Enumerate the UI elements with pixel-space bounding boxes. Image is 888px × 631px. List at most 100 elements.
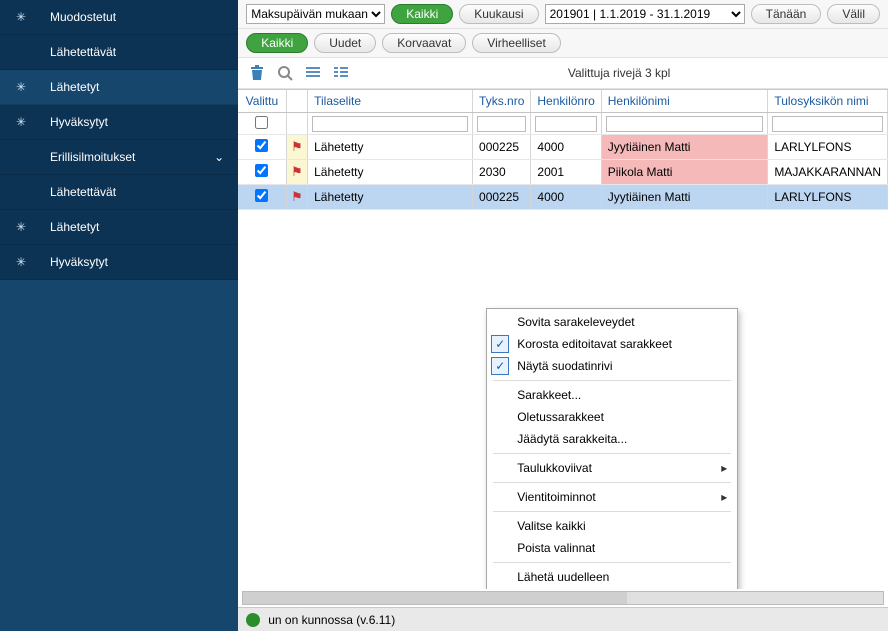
status-ok-icon <box>246 613 260 627</box>
chevron-down-icon: ⌄ <box>214 150 224 164</box>
col-tila[interactable]: Tilaselite <box>308 90 473 113</box>
sidebar-item-2[interactable]: ✳ Lähetetyt <box>0 70 238 105</box>
sidebar-item-0[interactable]: ✳Muodostetut <box>0 0 238 35</box>
main-area: Maksupäivän mukaan Kaikki Kuukausi 20190… <box>238 0 888 631</box>
menu-separator <box>493 380 731 381</box>
cell-nimi: Jyytiäinen Matti <box>601 135 768 160</box>
table-row[interactable]: ⚑Lähetetty20302001Piikola MattiMAJAKKARA… <box>238 160 887 185</box>
snowflake-icon: ✳ <box>14 220 28 234</box>
sidebar-item-1[interactable]: Lähetettävät <box>0 35 238 70</box>
col-yks[interactable]: Tulosyksikön nimi <box>768 90 888 113</box>
menu-item-0[interactable]: Sovita sarakeleveydet <box>487 311 737 333</box>
tanaan-button[interactable]: Tänään <box>751 4 822 24</box>
cell-tyks: 2030 <box>473 160 531 185</box>
cell-henkno: 4000 <box>531 185 601 210</box>
trash-icon[interactable] <box>246 62 268 84</box>
toolbar-actions: Valittuja rivejä 3 kpl <box>238 58 888 89</box>
cell-yks: MAJAKKARANNAN <box>768 160 888 185</box>
data-grid[interactable]: Valittu Tilaselite Tyks.nro Henkilönro H… <box>238 89 888 589</box>
selection-status: Valittuja rivejä 3 kpl <box>358 66 880 80</box>
col-henkno[interactable]: Henkilönro <box>531 90 601 113</box>
groupby-select[interactable]: Maksupäivän mukaan <box>246 4 385 24</box>
list1-icon[interactable] <box>302 62 324 84</box>
filter-nimi[interactable] <box>601 113 768 135</box>
menu-item-15[interactable]: Lähetä uudelleen <box>487 566 737 588</box>
list2-icon[interactable] <box>330 62 352 84</box>
valil-button[interactable]: Välil <box>827 4 880 24</box>
snowflake-icon: ✳ <box>14 80 28 94</box>
cell-flag[interactable]: ⚑ <box>286 135 308 160</box>
cell-flag[interactable]: ⚑ <box>286 185 308 210</box>
flag-icon: ⚑ <box>291 139 303 154</box>
menu-item-label: Jäädytä sarakkeita... <box>517 432 627 446</box>
sidebar: ✳Muodostetut Lähetettävät ✳ Lähetetyt ✳Hyväk… <box>0 0 238 631</box>
menu-separator <box>493 511 731 512</box>
check-icon: ✓ <box>491 357 509 375</box>
status-text: un on kunnossa (v.6.11) <box>268 613 395 627</box>
virheelliset-button[interactable]: Virheelliset <box>472 33 560 53</box>
menu-item-5[interactable]: Oletussarakkeet <box>487 406 737 428</box>
menu-item-13[interactable]: Poista valinnat <box>487 537 737 559</box>
col-valittu[interactable]: Valittu <box>238 90 286 113</box>
col-tyks[interactable]: Tyks.nro <box>473 90 531 113</box>
menu-item-12[interactable]: Valitse kaikki <box>487 515 737 537</box>
menu-item-label: Poista valinnat <box>517 541 595 555</box>
menu-item-6[interactable]: Jäädytä sarakkeita... <box>487 428 737 450</box>
sidebar-item-label: Lähetettävät <box>50 45 116 59</box>
col-flag[interactable] <box>286 90 308 113</box>
flag-icon: ⚑ <box>291 189 303 204</box>
col-nimi[interactable]: Henkilönimi <box>601 90 768 113</box>
menu-item-10[interactable]: Vientitoiminnot▸ <box>487 486 737 508</box>
sidebar-item-label: Lähetetyt <box>50 80 99 94</box>
sidebar-item-3[interactable]: ✳Hyväksytyt <box>0 105 238 140</box>
cell-check[interactable] <box>238 135 286 160</box>
kuukausi-button[interactable]: Kuukausi <box>459 4 538 24</box>
cell-yks: LARLYLFONS <box>768 185 888 210</box>
toolbar-filter: Kaikki Uudet Korvaavat Virheelliset <box>238 29 888 58</box>
filter-row <box>238 113 887 135</box>
menu-item-1[interactable]: ✓Korosta editoitavat sarakkeet <box>487 333 737 355</box>
menu-item-4[interactable]: Sarakkeet... <box>487 384 737 406</box>
filter-valittu[interactable] <box>238 113 286 135</box>
sidebar-item-label: Erillisilmoitukset <box>50 150 135 164</box>
menu-item-label: Oletussarakkeet <box>517 410 604 424</box>
kaikki-button-1[interactable]: Kaikki <box>391 4 453 24</box>
table-row[interactable]: ⚑Lähetetty0002254000Jyytiäinen MattiLARL… <box>238 135 887 160</box>
sidebar-item-7[interactable]: ✳Hyväksytyt <box>0 245 238 280</box>
filter-tila[interactable] <box>308 113 473 135</box>
cell-tila: Lähetetty <box>308 160 473 185</box>
menu-item-label: Lähetä uudelleen <box>517 570 609 584</box>
magnify-icon[interactable] <box>274 62 296 84</box>
uudet-button[interactable]: Uudet <box>314 33 376 53</box>
filter-flag[interactable] <box>286 113 308 135</box>
menu-item-2[interactable]: ✓Näytä suodatinrivi <box>487 355 737 377</box>
filter-henkno[interactable] <box>531 113 601 135</box>
menu-item-16[interactable]: Siirrä hyväksytyksi <box>487 588 737 589</box>
sidebar-item-5[interactable]: Lähetettävät <box>0 175 238 210</box>
menu-separator <box>493 482 731 483</box>
context-menu[interactable]: Sovita sarakeleveydet✓Korosta editoitava… <box>486 308 738 589</box>
table-row[interactable]: ⚑Lähetetty0002254000Jyytiäinen MattiLARL… <box>238 185 887 210</box>
menu-item-label: Sarakkeet... <box>517 388 581 402</box>
scroll-thumb[interactable] <box>243 592 627 604</box>
cell-tila: Lähetetty <box>308 185 473 210</box>
filter-yks[interactable] <box>768 113 888 135</box>
cell-check[interactable] <box>238 185 286 210</box>
cell-yks: LARLYLFONS <box>768 135 888 160</box>
cell-check[interactable] <box>238 160 286 185</box>
menu-item-label: Vientitoiminnot <box>517 490 596 504</box>
cell-flag[interactable]: ⚑ <box>286 160 308 185</box>
check-icon: ✓ <box>491 335 509 353</box>
filter-tyks[interactable] <box>473 113 531 135</box>
korvaavat-button[interactable]: Korvaavat <box>382 33 466 53</box>
sidebar-item-label: Lähetetyt <box>50 220 99 234</box>
period-select[interactable]: 201901 | 1.1.2019 - 31.1.2019 <box>545 4 745 24</box>
sidebar-item-6[interactable]: ✳ Lähetetyt <box>0 210 238 245</box>
menu-item-8[interactable]: Taulukkoviivat▸ <box>487 457 737 479</box>
cell-tila: Lähetetty <box>308 135 473 160</box>
horizontal-scrollbar[interactable] <box>242 591 884 605</box>
kaikki-button-2[interactable]: Kaikki <box>246 33 308 53</box>
flag-icon: ⚑ <box>291 164 303 179</box>
snowflake-icon: ✳ <box>14 115 28 129</box>
sidebar-item-4[interactable]: Erillisilmoitukset ⌄ <box>0 140 238 175</box>
